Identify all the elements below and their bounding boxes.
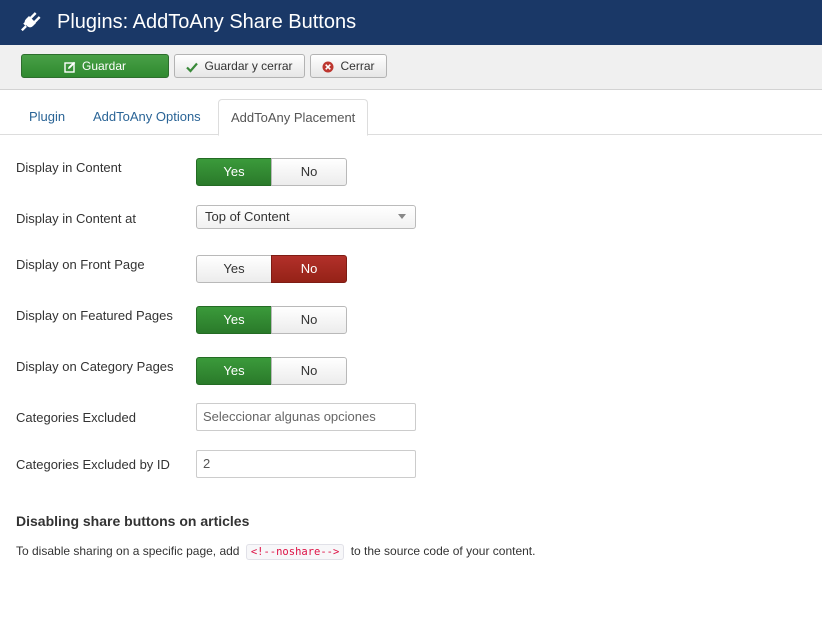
display-on-category-pages-label: Display on Category Pages <box>16 359 174 374</box>
display-in-content-at-value: Top of Content <box>205 209 290 224</box>
caret-down-icon <box>398 214 406 219</box>
display-in-content-yes[interactable]: Yes <box>196 158 272 186</box>
categories-excluded-by-id-value: 2 <box>203 456 211 471</box>
display-on-featured-pages-no[interactable]: No <box>271 306 347 334</box>
categories-excluded-label: Categories Excluded <box>16 410 136 425</box>
edit-icon <box>64 61 76 73</box>
disable-note-text-after: to the source code of your content. <box>350 544 536 558</box>
display-on-category-pages-yes[interactable]: Yes <box>196 357 272 385</box>
close-button-label: Cerrar <box>340 59 375 73</box>
tab-bar: Plugin AddToAny Options AddToAny Placeme… <box>0 99 822 136</box>
noshare-code: <!--noshare--> <box>245 544 345 560</box>
page-header: Plugins: AddToAny Share Buttons <box>0 0 822 45</box>
display-on-featured-pages-yes[interactable]: Yes <box>196 306 272 334</box>
tab-addtoany-options[interactable]: AddToAny Options <box>81 99 213 135</box>
display-on-front-page-toggle: Yes No <box>196 255 348 283</box>
categories-excluded-by-id-label: Categories Excluded by ID <box>16 457 170 472</box>
categories-excluded-multiselect[interactable]: Seleccionar algunas opciones <box>196 403 416 431</box>
display-in-content-no[interactable]: No <box>271 158 347 186</box>
display-in-content-label: Display in Content <box>16 160 122 175</box>
close-button[interactable]: Cerrar <box>310 54 387 78</box>
disable-note-text-before: To disable sharing on a specific page, a… <box>16 544 240 558</box>
save-and-close-button[interactable]: Guardar y cerrar <box>174 54 305 78</box>
categories-excluded-by-id-input[interactable]: 2 <box>196 450 416 478</box>
save-button-label: Guardar <box>81 59 127 73</box>
tab-plugin[interactable]: Plugin <box>17 99 77 135</box>
plug-icon <box>21 12 41 32</box>
display-on-category-pages-no[interactable]: No <box>271 357 347 385</box>
check-icon <box>186 62 199 73</box>
display-in-content-at-select[interactable]: Top of Content <box>196 205 416 229</box>
display-on-featured-pages-label: Display on Featured Pages <box>16 308 173 323</box>
display-on-front-page-no[interactable]: No <box>271 255 347 283</box>
display-on-front-page-yes[interactable]: Yes <box>196 255 272 283</box>
disable-section-note: To disable sharing on a specific page, a… <box>16 542 535 561</box>
display-on-category-pages-toggle: Yes No <box>196 357 348 385</box>
save-button[interactable]: Guardar <box>21 54 169 78</box>
display-in-content-at-label: Display in Content at <box>16 211 136 226</box>
page-title: Plugins: AddToAny Share Buttons <box>57 11 357 33</box>
display-on-front-page-label: Display on Front Page <box>16 257 145 272</box>
disable-section-title: Disabling share buttons on articles <box>16 513 250 529</box>
display-on-featured-pages-toggle: Yes No <box>196 306 348 334</box>
toolbar: Guardar Guardar y cerrar Cerrar <box>0 45 822 90</box>
display-in-content-toggle: Yes No <box>196 158 348 186</box>
categories-excluded-placeholder: Seleccionar algunas opciones <box>203 409 376 424</box>
cancel-circle-icon <box>322 61 334 73</box>
save-and-close-button-label: Guardar y cerrar <box>204 59 293 73</box>
tab-addtoany-placement[interactable]: AddToAny Placement <box>218 99 369 136</box>
